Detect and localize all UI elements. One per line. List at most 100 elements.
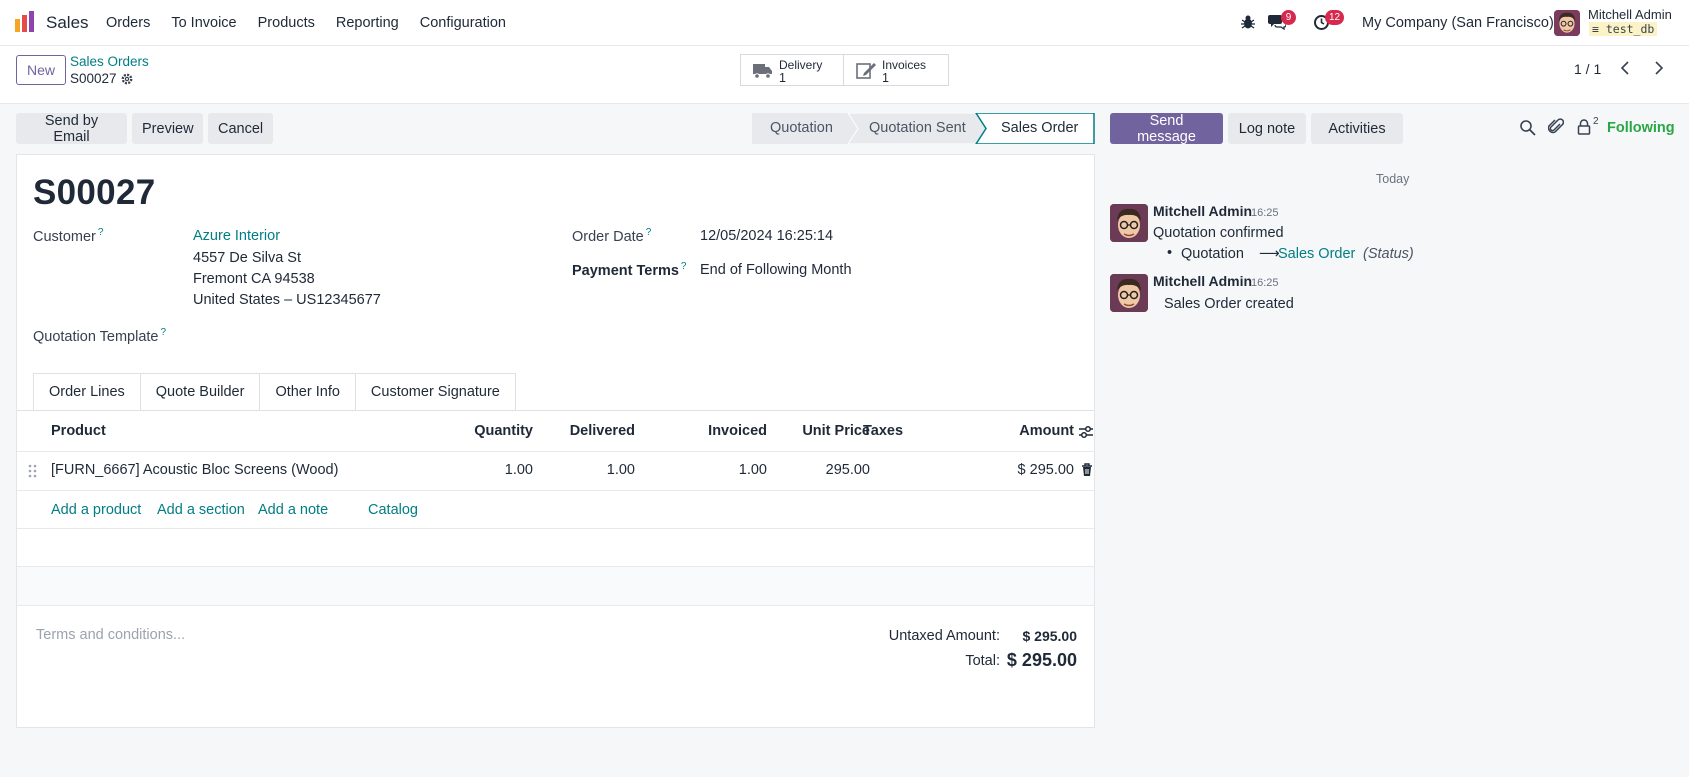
add-note-link[interactable]: Add a note (258, 502, 328, 518)
line-product[interactable]: [FURN_6667] Acoustic Bloc Screens (Wood) (51, 462, 338, 478)
line-unit-price[interactable]: 295.00 (777, 462, 870, 478)
send-by-email-button[interactable]: Send by Email (16, 113, 127, 145)
order-date-value[interactable]: 12/05/2024 16:25:14 (700, 228, 833, 244)
user-avatar-icon (1554, 10, 1580, 36)
lock-icon[interactable] (1577, 119, 1591, 135)
preview-button[interactable]: Preview (132, 113, 203, 144)
add-product-link[interactable]: Add a product (51, 502, 141, 518)
optional-columns-icon[interactable] (1078, 424, 1094, 440)
order-name: S00027 (33, 173, 156, 212)
cancel-button[interactable]: Cancel (208, 113, 273, 144)
stage-sales-order[interactable]: Sales Order (1001, 113, 1078, 144)
col-invoiced[interactable]: Invoiced (677, 423, 767, 439)
tracking-bullet: • (1167, 245, 1173, 261)
send-message-button[interactable]: Send message (1110, 113, 1223, 145)
gear-icon[interactable] (121, 73, 133, 85)
help-icon[interactable]: ? (160, 327, 166, 338)
sales-app-icon[interactable] (14, 11, 36, 33)
new-button[interactable]: New (16, 55, 66, 85)
message-body: Sales Order created (1164, 296, 1294, 312)
empty-row (17, 567, 1094, 605)
tab-quote-builder[interactable]: Quote Builder (140, 373, 261, 410)
col-product[interactable]: Product (51, 423, 106, 439)
menu-reporting[interactable]: Reporting (336, 15, 399, 31)
terms-and-conditions-field[interactable]: Terms and conditions... (36, 627, 185, 643)
tracking-field: (Status) (1363, 246, 1414, 262)
payment-terms-label: Payment Terms? (572, 261, 686, 279)
help-icon[interactable]: ? (98, 227, 104, 238)
followers-count[interactable]: 2 (1593, 116, 1599, 127)
invoice-icon (856, 63, 876, 79)
line-quantity[interactable]: 1.00 (459, 462, 533, 478)
line-amount: $ 295.00 (1017, 462, 1074, 478)
message-author[interactable]: Mitchell Admin (1153, 203, 1252, 219)
activities-button[interactable]: Activities (1311, 113, 1403, 144)
tab-other-info[interactable]: Other Info (260, 373, 356, 410)
bug-icon[interactable] (1240, 14, 1256, 30)
breadcrumb-sales-orders[interactable]: Sales Orders (70, 54, 149, 69)
catalog-button[interactable]: Catalog (368, 502, 418, 518)
invoices-smart-button[interactable]: Invoices 1 (843, 54, 949, 86)
message-author-avatar[interactable] (1110, 274, 1148, 312)
delivery-count: 1 (779, 71, 786, 85)
tab-order-lines[interactable]: Order Lines (33, 373, 141, 410)
row-divider (17, 490, 1094, 491)
tracking-old-value: Quotation (1181, 246, 1244, 262)
trash-icon[interactable] (1081, 463, 1093, 477)
control-panel: New Sales Orders S00027 Delivery 1 Invoi… (0, 46, 1689, 104)
row-divider (17, 605, 1094, 606)
tracking-arrow-icon: ⟶ (1259, 246, 1280, 262)
database-label: test_db (1605, 22, 1655, 36)
menu-orders[interactable]: Orders (106, 15, 150, 31)
drag-handle-icon[interactable] (28, 464, 38, 478)
log-note-button[interactable]: Log note (1228, 113, 1306, 144)
col-unit-price[interactable]: Unit Price (777, 423, 870, 439)
app-name[interactable]: Sales (46, 13, 89, 33)
line-delivered[interactable]: 1.00 (555, 462, 635, 478)
delivery-smart-button[interactable]: Delivery 1 (740, 54, 844, 86)
search-icon[interactable] (1519, 119, 1536, 136)
line-invoiced[interactable]: 1.00 (677, 462, 767, 478)
company-switcher[interactable]: My Company (San Francisco) (1362, 15, 1554, 31)
help-icon[interactable]: ? (681, 261, 687, 272)
date-separator: Today (1376, 172, 1410, 186)
payment-terms-value[interactable]: End of Following Month (700, 262, 852, 278)
col-taxes[interactable]: Taxes (863, 423, 903, 439)
customer-label-text: Customer (33, 228, 96, 245)
menu-products[interactable]: Products (258, 15, 315, 31)
col-delivered[interactable]: Delivered (555, 423, 635, 439)
header-divider (17, 451, 1094, 452)
col-amount[interactable]: Amount (977, 423, 1074, 439)
customer-link[interactable]: Azure Interior (193, 228, 280, 244)
menu-configuration[interactable]: Configuration (420, 15, 506, 31)
paperclip-icon[interactable] (1548, 118, 1564, 136)
chevron-right-icon[interactable] (1647, 57, 1669, 79)
total-label: Total: (965, 653, 1000, 669)
following-button[interactable]: Following (1607, 120, 1675, 136)
user-avatar[interactable] (1554, 10, 1580, 36)
message-author-avatar[interactable] (1110, 204, 1148, 242)
total-value: $ 295.00 (1006, 650, 1077, 670)
truck-icon (753, 64, 772, 79)
pager-value[interactable]: 1 / 1 (1574, 61, 1601, 77)
untaxed-amount-value: $ 295.00 (1022, 628, 1078, 644)
help-icon[interactable]: ? (646, 227, 652, 238)
col-quantity[interactable]: Quantity (459, 423, 533, 439)
message-author[interactable]: Mitchell Admin (1153, 273, 1252, 289)
tracking-new-value: Sales Order (1278, 246, 1356, 262)
stage-quotation-sent[interactable]: Quotation Sent (869, 113, 966, 144)
add-section-link[interactable]: Add a section (157, 502, 245, 518)
breadcrumb-current: S00027 (70, 71, 117, 86)
chevron-left-icon[interactable] (1615, 57, 1637, 79)
delivery-label: Delivery (779, 58, 823, 72)
untaxed-amount-label: Untaxed Amount: (888, 628, 1000, 644)
messages-badge: 9 (1281, 10, 1296, 25)
top-navbar: Sales Orders To Invoice Products Reporti… (0, 0, 1689, 46)
stage-quotation[interactable]: Quotation (770, 113, 833, 144)
tab-divider (17, 410, 1094, 411)
menu-to-invoice[interactable]: To Invoice (171, 15, 236, 31)
message-body: Quotation confirmed (1153, 225, 1284, 241)
message-time: 16:25 (1251, 277, 1279, 289)
user-name[interactable]: Mitchell Admin (1588, 7, 1672, 22)
tab-customer-signature[interactable]: Customer Signature (355, 373, 516, 410)
